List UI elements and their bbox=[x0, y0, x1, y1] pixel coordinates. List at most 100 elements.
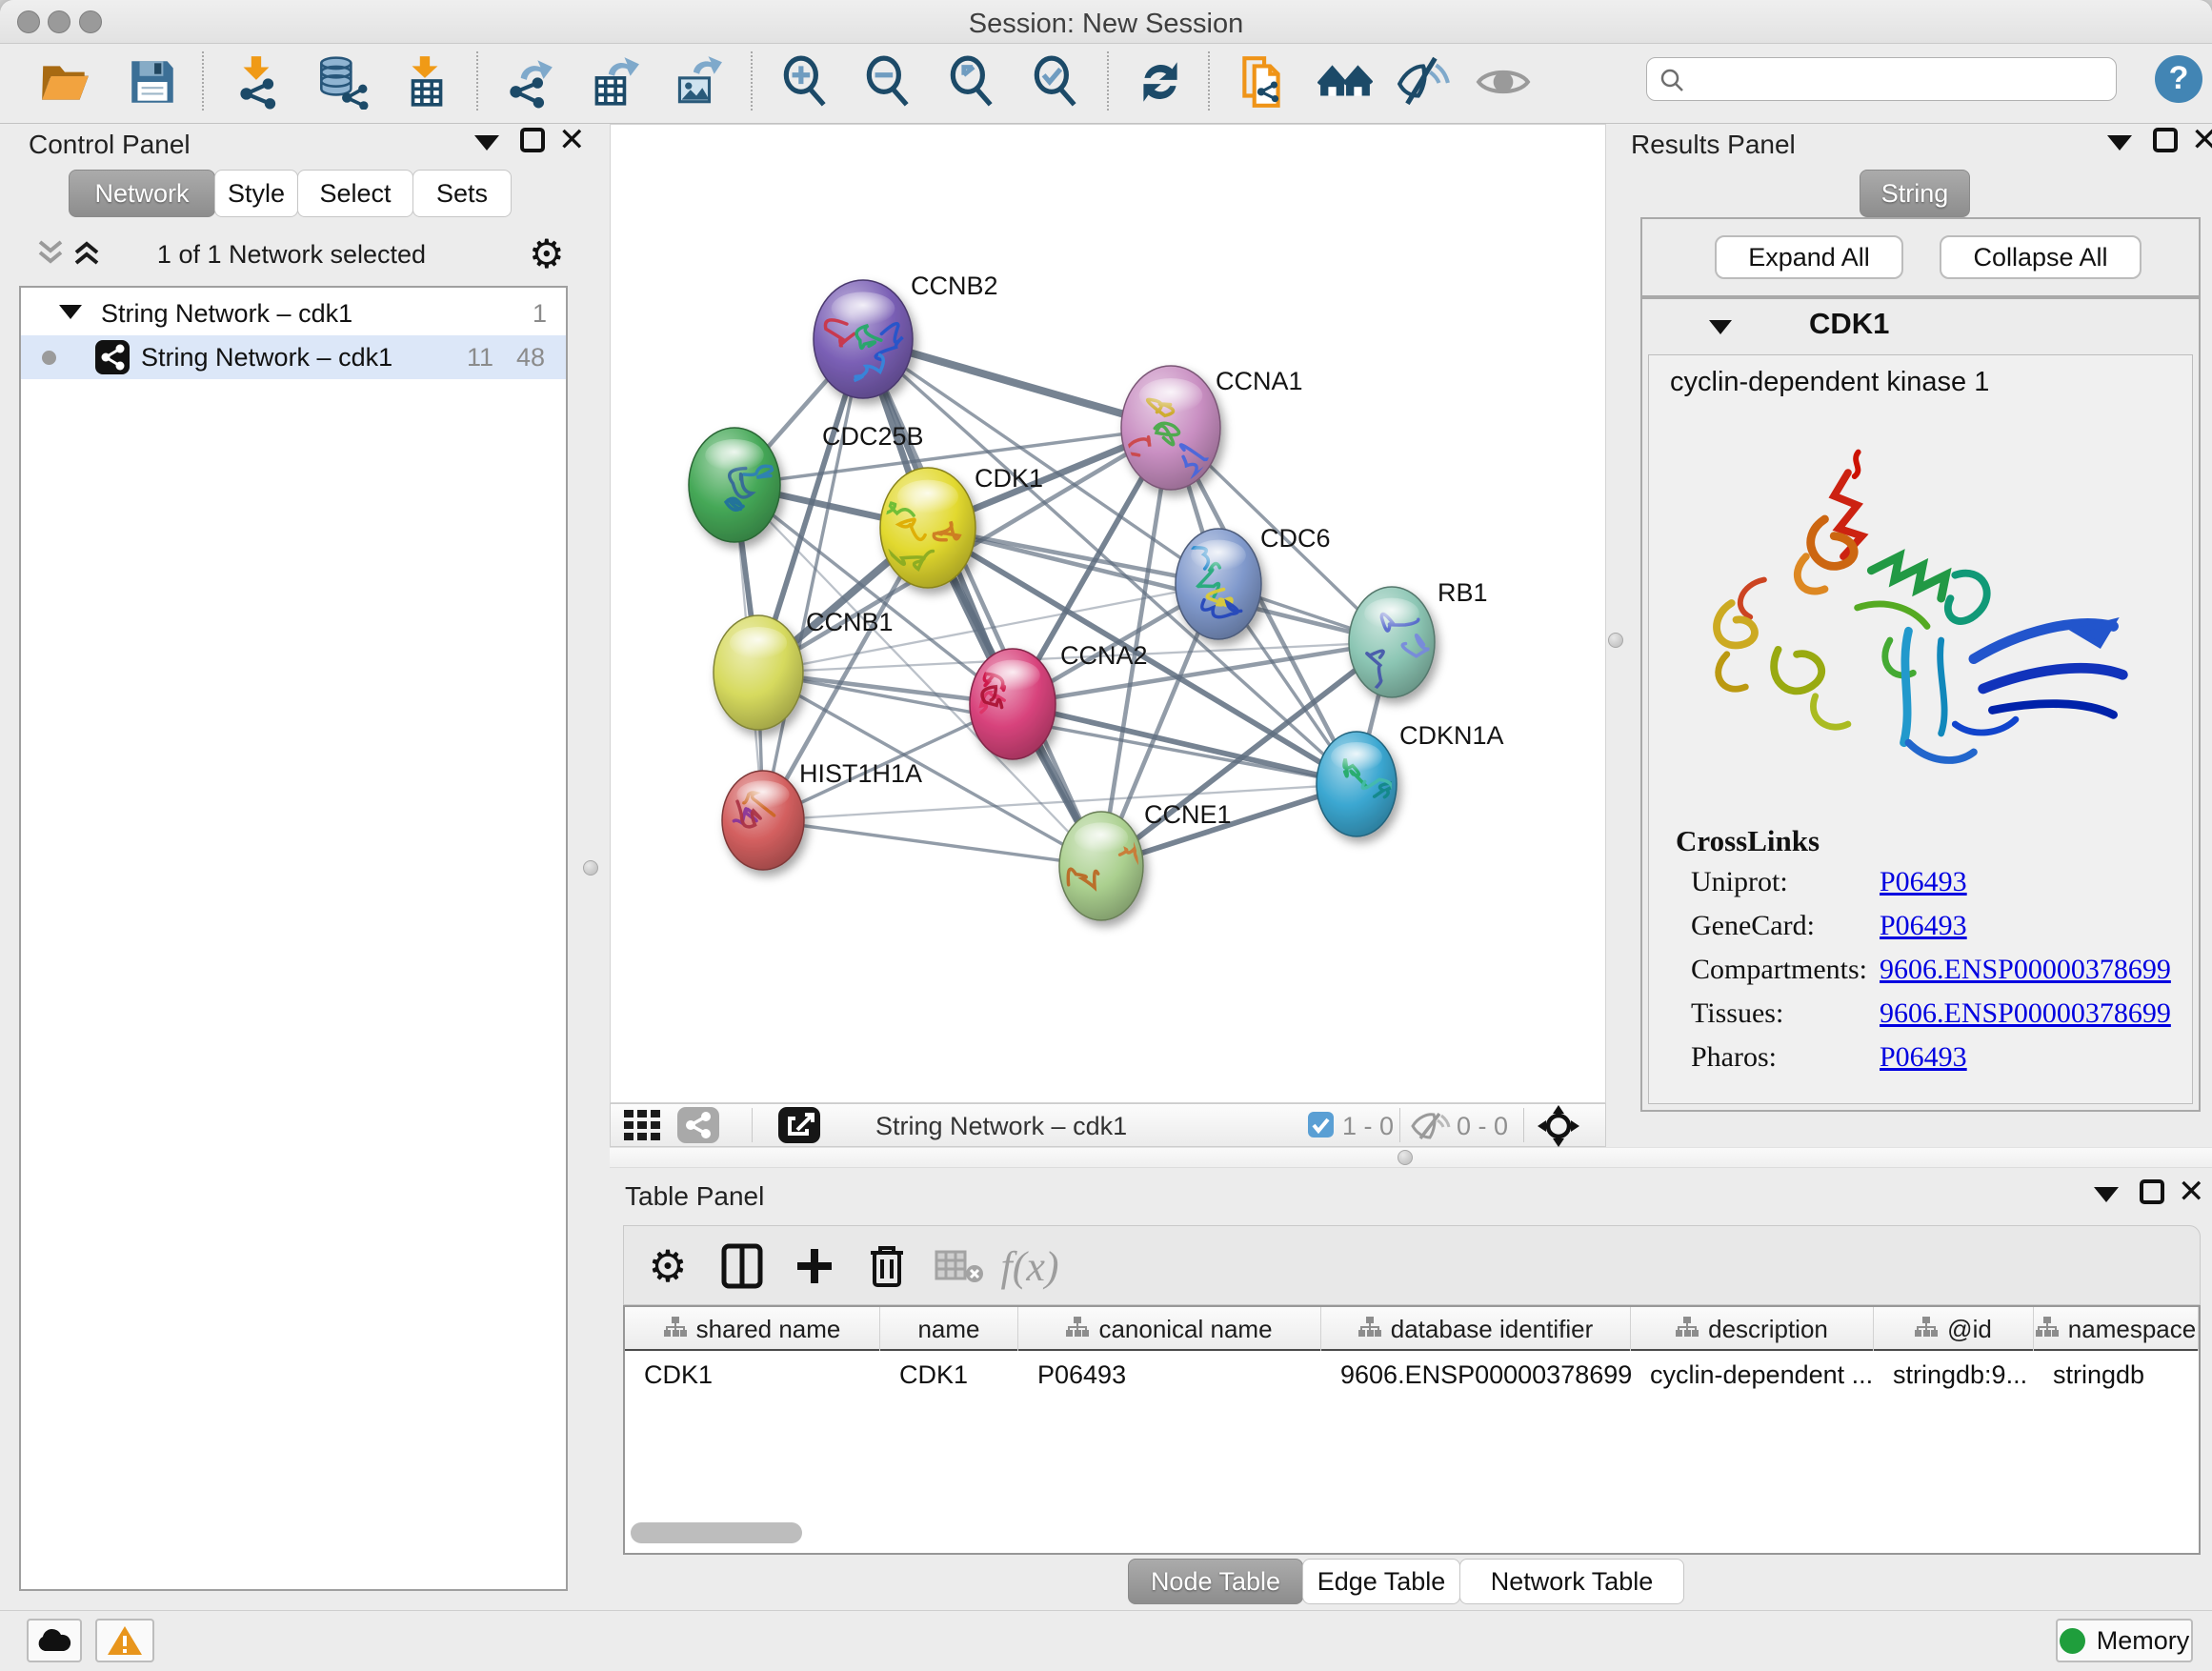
table-options-gear-icon[interactable]: ⚙ bbox=[641, 1239, 694, 1293]
crosslink-link[interactable]: P06493 bbox=[1880, 1041, 1967, 1074]
window-title: Session: New Session bbox=[0, 9, 2212, 40]
tab-select[interactable]: Select bbox=[297, 170, 413, 217]
network-node-cdkn1a[interactable]: CDKN1A bbox=[1317, 721, 1504, 836]
column-header-description[interactable]: description bbox=[1631, 1307, 1874, 1351]
import-table-file-icon[interactable] bbox=[395, 46, 456, 118]
panel-close-icon[interactable]: ✕ bbox=[2178, 1179, 2205, 1204]
cytoscape-window: Session: New Session bbox=[0, 0, 2212, 1671]
column-header-canonical-name[interactable]: canonical name bbox=[1018, 1307, 1321, 1351]
crosslink-link[interactable]: P06493 bbox=[1880, 910, 1967, 942]
selected-nodes-checkbox-icon[interactable] bbox=[1308, 1112, 1334, 1137]
panel-menu-icon[interactable] bbox=[474, 135, 499, 151]
network-edge[interactable] bbox=[763, 339, 863, 820]
search-input[interactable] bbox=[1693, 60, 2102, 98]
column-header--id[interactable]: @id bbox=[1874, 1307, 2034, 1351]
tab-style[interactable]: Style bbox=[214, 170, 298, 217]
export-image-icon[interactable] bbox=[665, 46, 726, 118]
network-edge[interactable] bbox=[763, 820, 1101, 866]
expand-all-button[interactable]: Expand All bbox=[1715, 235, 1903, 279]
zoom-selected-icon[interactable] bbox=[1025, 46, 1086, 118]
search-icon bbox=[1659, 67, 1685, 93]
show-all-icon[interactable] bbox=[1473, 46, 1534, 118]
main-toolbar: ? bbox=[0, 44, 2212, 124]
zoom-fit-icon[interactable] bbox=[941, 46, 1002, 118]
zoom-in-icon[interactable] bbox=[774, 46, 835, 118]
card-collapse-icon[interactable] bbox=[1709, 320, 1732, 334]
table-cell[interactable]: stringdb bbox=[2034, 1353, 2199, 1397]
tree-expand-icon[interactable] bbox=[59, 305, 82, 319]
network-canvas[interactable]: CCNB2CCNA1CDC25BCDK1CDC6RB1CCNB1CCNA2CDK… bbox=[610, 124, 1606, 1103]
panel-menu-icon[interactable] bbox=[2107, 135, 2132, 151]
zoom-out-icon[interactable] bbox=[857, 46, 918, 118]
crosslink-label: Uniprot: bbox=[1691, 866, 1788, 898]
create-column-icon[interactable] bbox=[788, 1239, 841, 1293]
memory-button[interactable]: Memory bbox=[2056, 1619, 2193, 1662]
table-cell[interactable]: CDK1 bbox=[880, 1353, 1018, 1397]
warnings-button[interactable] bbox=[95, 1619, 154, 1662]
network-view-icon[interactable] bbox=[677, 1107, 719, 1143]
network-edge[interactable] bbox=[1013, 704, 1357, 784]
panel-float-icon[interactable] bbox=[520, 128, 545, 152]
table-cell[interactable]: stringdb:9... bbox=[1874, 1353, 2034, 1397]
current-network-title: String Network – cdk1 bbox=[875, 1112, 1127, 1141]
panel-close-icon[interactable]: ✕ bbox=[558, 128, 586, 152]
import-network-database-icon[interactable] bbox=[311, 46, 372, 118]
save-session-icon[interactable] bbox=[122, 46, 183, 118]
network-node-rb1[interactable]: RB1 bbox=[1349, 578, 1488, 697]
birds-eye-view-icon[interactable] bbox=[778, 1107, 820, 1143]
open-session-icon[interactable] bbox=[34, 46, 95, 118]
grid-view-icon[interactable] bbox=[624, 1110, 664, 1142]
show-column-panel-icon[interactable] bbox=[715, 1239, 769, 1293]
crosslinks-heading: CrossLinks bbox=[1676, 824, 1820, 858]
pan-crosshair-icon[interactable] bbox=[1537, 1104, 1580, 1148]
status-bar: Memory bbox=[0, 1610, 2212, 1671]
table-cell[interactable]: cyclin-dependent ... bbox=[1631, 1353, 1874, 1397]
panel-menu-icon[interactable] bbox=[2094, 1187, 2119, 1202]
hide-selection-icon[interactable] bbox=[1393, 46, 1454, 118]
crosslink-row: Compartments:9606.ENSP00000378699 bbox=[1668, 954, 2182, 997]
export-table-icon[interactable] bbox=[582, 46, 643, 118]
refresh-layout-icon[interactable] bbox=[1130, 46, 1191, 118]
tab-edge-table[interactable]: Edge Table bbox=[1302, 1559, 1460, 1604]
network-row[interactable]: String Network – cdk1 11 48 bbox=[21, 335, 566, 379]
network-node-ccna1[interactable]: CCNA1 bbox=[1117, 366, 1302, 490]
help-button[interactable]: ? bbox=[2155, 55, 2202, 103]
panel-close-icon[interactable]: ✕ bbox=[2191, 128, 2212, 152]
tab-string[interactable]: String bbox=[1860, 170, 1970, 217]
network-node-ccne1[interactable]: CCNE1 bbox=[1059, 800, 1232, 920]
table-row[interactable]: CDK1CDK1P064939606.ENSP00000378699cyclin… bbox=[625, 1353, 2199, 1397]
column-type-icon bbox=[2036, 1315, 2059, 1344]
column-header-name[interactable]: name bbox=[880, 1307, 1018, 1351]
import-network-file-icon[interactable] bbox=[227, 46, 288, 118]
network-collection-row[interactable]: String Network – cdk1 1 bbox=[21, 292, 566, 335]
horizontal-scrollbar[interactable] bbox=[631, 1522, 802, 1543]
column-header-database-identifier[interactable]: database identifier bbox=[1321, 1307, 1631, 1351]
tab-network[interactable]: Network bbox=[69, 170, 215, 217]
tab-node-table[interactable]: Node Table bbox=[1128, 1559, 1303, 1604]
left-splitter-handle[interactable] bbox=[583, 860, 598, 876]
tab-sets[interactable]: Sets bbox=[412, 170, 512, 217]
column-header-shared-name[interactable]: shared name bbox=[625, 1307, 880, 1351]
table-cell[interactable]: 9606.ENSP00000378699 bbox=[1321, 1353, 1631, 1397]
table-cell[interactable]: CDK1 bbox=[625, 1353, 880, 1397]
first-neighbors-icon[interactable] bbox=[1315, 46, 1376, 118]
network-node-hist1h1a[interactable]: HIST1H1A bbox=[722, 759, 922, 870]
column-header-namespace[interactable]: namespace bbox=[2034, 1307, 2199, 1351]
collapse-all-button[interactable]: Collapse All bbox=[1940, 235, 2142, 279]
panel-float-icon[interactable] bbox=[2140, 1179, 2164, 1204]
delete-column-trash-icon[interactable] bbox=[860, 1239, 914, 1293]
panel-float-icon[interactable] bbox=[2153, 128, 2178, 152]
splitter-handle[interactable] bbox=[1398, 1150, 1413, 1165]
export-network-icon[interactable] bbox=[498, 46, 559, 118]
results-panel: Results Panel ✕ String Expand All Collap… bbox=[1619, 124, 2212, 1147]
crosslink-link[interactable]: 9606.ENSP00000378699 bbox=[1880, 954, 2171, 986]
network-node-cdk1[interactable]: CDK1 bbox=[875, 464, 1043, 588]
clone-network-icon[interactable] bbox=[1232, 46, 1293, 118]
crosslink-link[interactable]: P06493 bbox=[1880, 866, 1967, 898]
horizontal-splitter[interactable] bbox=[610, 1147, 2212, 1168]
tab-network-table[interactable]: Network Table bbox=[1459, 1559, 1684, 1604]
crosslink-link[interactable]: 9606.ENSP00000378699 bbox=[1880, 997, 2171, 1030]
table-cell[interactable]: P06493 bbox=[1018, 1353, 1321, 1397]
cloud-button[interactable] bbox=[27, 1619, 82, 1662]
network-options-gear-icon[interactable]: ⚙ bbox=[529, 231, 565, 277]
